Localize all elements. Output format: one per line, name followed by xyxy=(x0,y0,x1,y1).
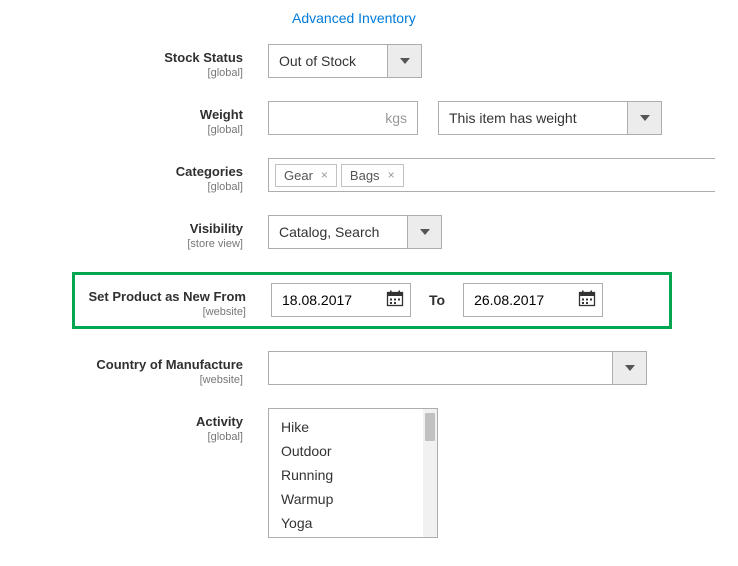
visibility-scope: [store view] xyxy=(0,238,243,250)
activity-scope: [global] xyxy=(0,431,243,443)
chevron-down-icon[interactable] xyxy=(613,351,647,385)
weight-label: Weight xyxy=(200,107,243,122)
categories-label: Categories xyxy=(176,164,243,179)
has-weight-select[interactable]: This item has weight xyxy=(438,101,662,135)
weight-scope: [global] xyxy=(0,124,243,136)
new-from-date-from-input[interactable] xyxy=(282,292,376,308)
categories-scope: [global] xyxy=(0,181,243,193)
new-from-scope: [website] xyxy=(75,306,246,318)
new-from-date-from[interactable] xyxy=(271,283,411,317)
activity-listbox[interactable]: HikeOutdoorRunningWarmupYoga xyxy=(268,408,438,538)
chevron-down-icon[interactable] xyxy=(628,101,662,135)
activity-label: Activity xyxy=(196,414,243,429)
stock-status-scope: [global] xyxy=(0,67,243,79)
advanced-inventory-link[interactable]: Advanced Inventory xyxy=(292,10,416,26)
new-from-date-to-input[interactable] xyxy=(474,292,568,308)
country-scope: [website] xyxy=(0,374,243,386)
scrollthumb[interactable] xyxy=(425,413,435,441)
new-from-date-to[interactable] xyxy=(463,283,603,317)
country-row: Country of Manufacture [website] xyxy=(0,351,738,386)
category-tag: Gear × xyxy=(275,164,337,187)
weight-input[interactable] xyxy=(279,110,385,126)
new-from-label: Set Product as New From xyxy=(89,289,246,304)
visibility-label: Visibility xyxy=(190,221,243,236)
weight-unit: kgs xyxy=(385,110,407,126)
category-tag: Bags × xyxy=(341,164,404,187)
chevron-down-icon[interactable] xyxy=(408,215,442,249)
categories-multiselect[interactable]: Gear × Bags × xyxy=(268,158,715,192)
category-tag-label: Gear xyxy=(284,168,313,183)
new-from-highlight: Set Product as New From [website] To xyxy=(72,272,672,329)
list-item[interactable]: Running xyxy=(269,463,437,487)
list-item[interactable]: Hike xyxy=(269,415,437,439)
list-item[interactable]: Outdoor xyxy=(269,439,437,463)
visibility-row: Visibility [store view] Catalog, Search xyxy=(0,215,738,250)
close-icon[interactable]: × xyxy=(321,168,328,182)
has-weight-value: This item has weight xyxy=(438,101,628,135)
categories-row: Categories [global] Gear × Bags × xyxy=(0,158,738,193)
country-label: Country of Manufacture xyxy=(96,357,243,372)
list-item[interactable]: Yoga xyxy=(269,511,437,535)
visibility-value: Catalog, Search xyxy=(268,215,408,249)
new-from-to-label: To xyxy=(429,292,445,308)
scrollbar[interactable] xyxy=(423,409,437,537)
list-item[interactable]: Warmup xyxy=(269,487,437,511)
visibility-select[interactable]: Catalog, Search xyxy=(268,215,442,249)
stock-status-label: Stock Status xyxy=(164,50,243,65)
weight-row: Weight [global] kgs This item has weight xyxy=(0,101,738,136)
chevron-down-icon[interactable] xyxy=(388,44,422,78)
category-tag-label: Bags xyxy=(350,168,380,183)
calendar-icon[interactable] xyxy=(386,290,404,311)
calendar-icon[interactable] xyxy=(578,290,596,311)
activity-row: Activity [global] HikeOutdoorRunningWarm… xyxy=(0,408,738,538)
close-icon[interactable]: × xyxy=(388,168,395,182)
stock-status-value: Out of Stock xyxy=(268,44,388,78)
weight-input-wrap: kgs xyxy=(268,101,418,135)
stock-status-select[interactable]: Out of Stock xyxy=(268,44,422,78)
country-value xyxy=(268,351,613,385)
stock-status-row: Stock Status [global] Out of Stock xyxy=(0,44,738,79)
country-select[interactable] xyxy=(268,351,647,385)
